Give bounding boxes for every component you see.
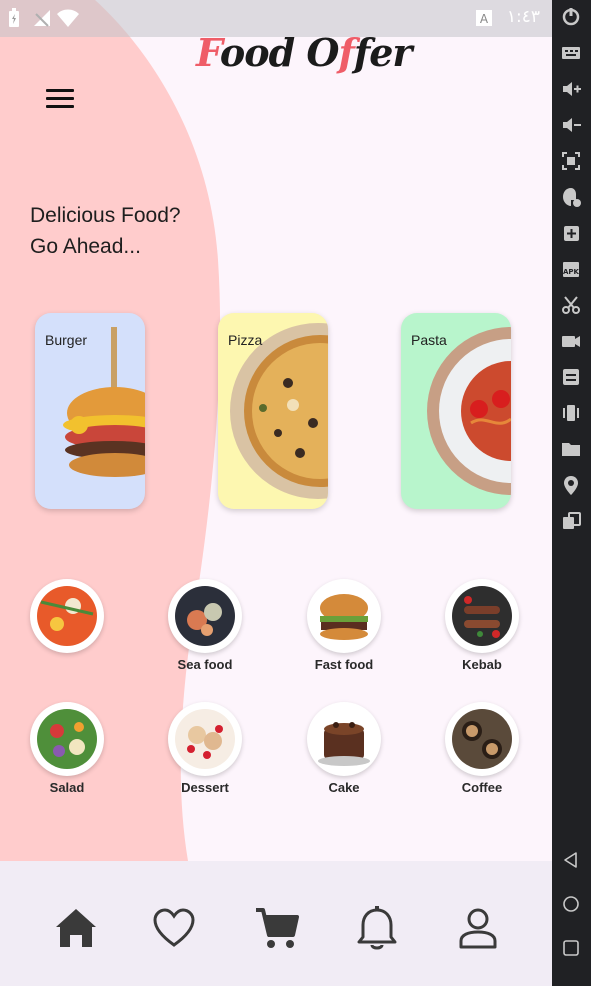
category-image [307,579,381,653]
app-screen: A ١:٤٣ Food Offer Delicious Food? Go Ahe… [0,0,552,986]
app-title-part: ood O [219,30,340,75]
category-label [12,657,122,673]
folder-icon[interactable] [560,438,582,460]
category-kebab[interactable]: Kebab [427,579,537,673]
featured-card-burger[interactable]: Burger [35,313,145,509]
category-image [168,702,242,776]
shake-icon[interactable] [560,402,582,424]
category-image [307,702,381,776]
hamburger-menu-icon[interactable] [40,82,80,114]
category-image [168,579,242,653]
category-image [30,579,104,653]
category-image [445,579,519,653]
category-label: Coffee [461,780,503,795]
video-record-icon[interactable] [560,330,582,352]
volume-up-icon[interactable] [560,78,582,100]
svg-text:A: A [480,12,489,26]
volume-down-icon[interactable] [560,114,582,136]
category-cake[interactable]: Cake [289,702,399,796]
back-icon[interactable] [560,849,582,871]
bell-icon[interactable] [353,905,401,953]
cut-icon[interactable] [560,294,582,316]
category-image [445,702,519,776]
app-title-letter-f2: f [338,30,355,75]
tagline-line-2: Go Ahead... [30,235,141,258]
multi-display-icon[interactable] [560,510,582,532]
category-salad[interactable]: Salad [12,702,122,796]
category-fast-food[interactable]: Fast food [289,579,399,673]
svg-text:APK: APK [563,268,580,276]
app-title: Food Offer [196,30,413,75]
featured-card-pasta[interactable]: Pasta [401,313,511,509]
category-label: Salad [49,780,85,795]
apk-install-icon[interactable]: APK [560,258,582,280]
add-screen-icon[interactable] [560,222,582,244]
recent-apps-icon[interactable] [560,937,582,959]
category-label: Fast food [314,657,374,672]
category-sea-food[interactable]: Sea food [150,579,260,673]
screenshot-icon[interactable] [560,150,582,172]
category-label: Dessert [181,780,229,795]
heart-icon[interactable] [150,905,198,953]
featured-label: Pizza [228,332,263,348]
emulator-toolbar: APK [552,0,591,986]
app-title-part2: fer [353,30,413,75]
category-label: Cake [328,780,360,795]
category-coffee[interactable]: Coffee [427,702,537,796]
category-dessert[interactable]: Dessert [150,702,260,796]
category-label: Sea food [177,657,233,672]
category-ramen[interactable] [12,579,122,673]
power-icon[interactable] [560,6,582,28]
featured-card-pizza[interactable]: Pizza [218,313,328,509]
status-time: ١:٤٣ [506,7,540,27]
person-icon[interactable] [454,905,502,953]
location-icon[interactable] [560,474,582,496]
bottom-navigation [0,861,552,986]
tagline: Delicious Food? Go Ahead... [30,200,181,262]
home-icon[interactable] [52,905,100,953]
tagline-line-1: Delicious Food? [30,204,181,227]
battery-charging-icon [9,8,19,27]
category-image [30,702,104,776]
featured-label: Pasta [411,332,447,348]
keyboard-icon[interactable] [560,42,582,64]
home-circle-icon[interactable] [560,893,582,915]
cart-icon[interactable] [253,905,301,953]
category-label: Kebab [462,657,502,672]
settings-panel-icon[interactable] [560,366,582,388]
app-title-letter-f: F [196,30,221,75]
no-signal-icon [34,10,50,27]
featured-label: Burger [45,332,88,348]
rotate-icon[interactable] [560,186,582,208]
notification-a-icon: A [476,10,492,26]
wifi-icon [57,9,79,27]
